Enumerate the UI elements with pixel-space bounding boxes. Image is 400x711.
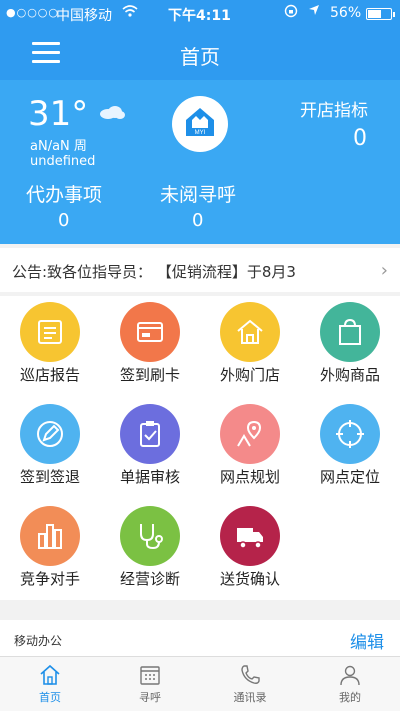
tile-patrol-report[interactable]: 巡店报告 — [0, 296, 100, 392]
target-icon — [320, 404, 380, 464]
battery-icon — [366, 8, 395, 20]
tab-mine[interactable]: 我的 — [300, 657, 400, 711]
tile-label: 外购商品 — [319, 366, 380, 384]
tile-delivery-confirm[interactable]: 送货确认 — [200, 500, 300, 596]
tab-pager[interactable]: 寻呼 — [100, 657, 200, 711]
tile-document-review[interactable]: 单据审核 — [100, 398, 200, 494]
tile-label: 签到签退 — [19, 468, 80, 486]
tab-label: 我的 — [339, 691, 361, 704]
tab-label: 首页 — [39, 691, 61, 704]
tile-competitors[interactable]: 竞争对手 — [0, 500, 100, 596]
tile-label: 经营诊断 — [119, 570, 180, 588]
todo-count[interactable]: 0 — [58, 210, 69, 231]
tab-label: 寻呼 — [139, 691, 161, 704]
tile-checkin-card[interactable]: 签到刷卡 — [100, 296, 200, 392]
home-icon — [40, 664, 60, 685]
open-store-value: 0 — [353, 126, 367, 151]
tile-business-diagnosis[interactable]: 经营诊断 — [100, 500, 200, 596]
tile-label: 单据审核 — [119, 468, 180, 486]
tile-outlet-planning[interactable]: 网点规划 — [200, 398, 300, 494]
buildings-icon — [20, 506, 80, 566]
tile-label: 网点定位 — [319, 468, 380, 486]
tab-label: 通讯录 — [233, 691, 267, 704]
page-title: 首页 — [180, 45, 220, 69]
app-logo: MYI — [172, 96, 228, 152]
nav-bar: 首页 — [0, 28, 400, 80]
user-icon — [340, 665, 360, 686]
tile-outlet-locate[interactable]: 网点定位 — [300, 398, 400, 494]
report-icon — [20, 302, 80, 362]
pencil-icon — [20, 404, 80, 464]
announcement-bar[interactable]: 公告:致各位指导员： 【促销流程】于8月3 › — [0, 248, 400, 292]
tab-contacts[interactable]: 通讯录 — [200, 657, 300, 711]
phone-icon — [241, 665, 260, 684]
tile-label: 外购门店 — [219, 366, 280, 384]
svg-text:MYI: MYI — [195, 130, 206, 136]
store-icon — [220, 302, 280, 362]
open-store-label: 开店指标 — [300, 101, 368, 121]
section-title: 移动办公 — [14, 634, 63, 648]
stethoscope-icon — [120, 506, 180, 566]
dashboard-header: 31° aN/aN 周 undefined MYI 开店指标 0 代办事项 0 … — [0, 80, 400, 244]
map-pin-icon — [220, 404, 280, 464]
function-grid: 巡店报告 签到刷卡 外购门店 外购商品 签到签退 单据审核 网点规划 网点定位 … — [0, 296, 400, 600]
tile-sign-in-out[interactable]: 签到签退 — [0, 398, 100, 494]
tile-label: 网点规划 — [219, 468, 280, 486]
edit-button[interactable]: 编辑 — [350, 628, 384, 653]
status-bar: ●○○○○ 中国移动 下午4:11 56% — [0, 0, 400, 28]
tile-external-goods[interactable]: 外购商品 — [300, 296, 400, 392]
weather-description: undefined — [30, 154, 96, 169]
tab-home[interactable]: 首页 — [0, 657, 100, 711]
tile-external-store[interactable]: 外购门店 — [200, 296, 300, 392]
card-icon — [120, 302, 180, 362]
tab-bar: 首页 寻呼 通讯录 我的 — [0, 656, 400, 711]
battery-percent: 56% — [330, 5, 362, 21]
clock: 下午4:11 — [168, 8, 231, 24]
signal-strength: ●○○○○ — [6, 6, 59, 19]
tile-label: 送货确认 — [219, 570, 280, 588]
todo-label[interactable]: 代办事项 — [26, 180, 102, 207]
wifi-icon — [122, 4, 138, 22]
unread-pager-count[interactable]: 0 — [192, 210, 203, 231]
tile-label: 巡店报告 — [19, 366, 80, 384]
bag-icon — [320, 302, 380, 362]
calendar-icon — [140, 666, 160, 685]
cloud-icon — [100, 106, 125, 119]
unread-pager-label[interactable]: 未阅寻呼 — [160, 180, 236, 207]
temperature: 31° — [28, 94, 89, 134]
tile-label: 竞争对手 — [19, 570, 80, 588]
weather-range: aN/aN 周 — [30, 139, 87, 154]
rotation-lock-icon — [284, 4, 298, 22]
location-arrow-icon — [308, 4, 320, 20]
carrier-name: 中国移动 — [56, 8, 112, 24]
chevron-right-icon[interactable]: › — [381, 260, 388, 281]
announcement-text: 公告:致各位指导员： 【促销流程】于8月3 — [12, 263, 296, 281]
clipboard-icon — [120, 404, 180, 464]
truck-icon — [220, 506, 280, 566]
mobile-office-section: 移动办公 编辑 — [0, 620, 400, 656]
tile-label: 签到刷卡 — [119, 366, 180, 384]
